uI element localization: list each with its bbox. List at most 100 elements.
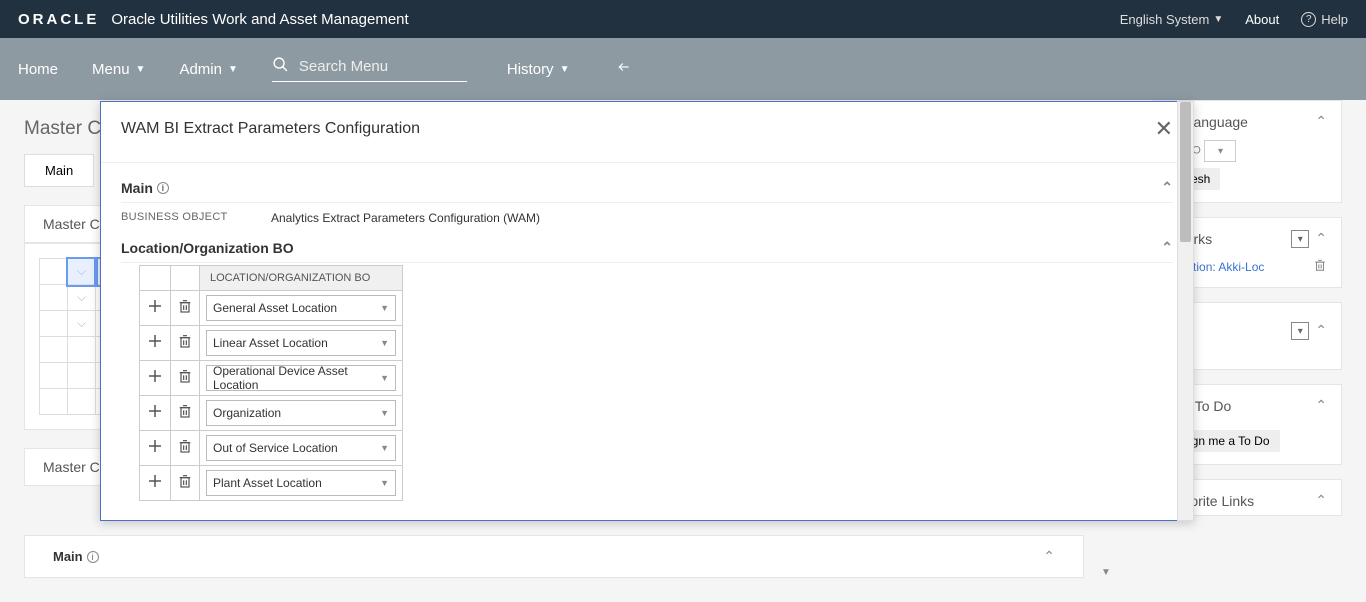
modal-title: WAM BI Extract Parameters Configuration [121,120,420,138]
scroll-thumb[interactable] [1180,102,1191,242]
modal-scrollbar[interactable] [1177,101,1194,521]
nav-admin-label: Admin [179,61,222,78]
nav-home[interactable]: Home [18,61,58,78]
chevron-up-icon[interactable]: ⌃ [1043,548,1055,565]
location-org-cell: Out of Service Location▼ [200,431,403,466]
location-org-select[interactable]: General Asset Location▼ [206,295,396,321]
table-row: Plant Asset Location▼ [140,466,403,501]
language-select[interactable]: ▾ [1204,140,1236,162]
chevron-down-icon: ▼ [1213,14,1223,25]
chevron-up-icon[interactable]: ⌃ [1315,492,1327,509]
delete-row-button[interactable] [171,396,200,431]
delete-row-button[interactable] [171,291,200,326]
delete-row-button[interactable] [171,431,200,466]
delete-row-button[interactable] [171,466,200,501]
dropdown-icon[interactable]: ▾ [1291,322,1309,340]
table-row: Linear Asset Location▼ [140,326,403,361]
add-row-button[interactable] [140,396,171,431]
chevron-down-icon: ▼ [380,338,389,348]
chevron-down-icon: ▼ [380,443,389,453]
nav-history[interactable]: History ▼ [507,61,570,78]
table-cell [40,259,68,285]
broadcast-icon: ⌵ [77,290,86,305]
table-cell[interactable]: ⌵ [68,311,96,337]
location-org-cell: Operational Device Asset Location▼ [200,361,403,396]
nav-menu[interactable]: Menu ▼ [92,61,145,78]
table-row: Operational Device Asset Location▼ [140,361,403,396]
section-main: Main i ⌃ [121,173,1173,203]
location-org-select[interactable]: Operational Device Asset Location▼ [206,365,396,391]
broadcast-icon: ⌵ [77,316,86,331]
search-icon [272,56,289,77]
business-object-row: BUSINESS OBJECT Analytics Extract Parame… [121,203,1173,233]
location-org-cell: Plant Asset Location▼ [200,466,403,501]
lower-main-section: Main i ⌃ [24,535,1084,578]
chevron-down-icon: ▼ [380,478,389,488]
chevron-up-icon[interactable]: ⌃ [1315,397,1327,414]
nav-history-label: History [507,61,554,78]
chevron-up-icon[interactable]: ⌃ [1315,113,1327,130]
language-label: English System [1120,12,1210,27]
location-org-cell: Linear Asset Location▼ [200,326,403,361]
location-org-select[interactable]: Plant Asset Location▼ [206,470,396,496]
trash-icon[interactable] [1313,258,1327,275]
bo-value: Analytics Extract Parameters Configurati… [271,211,540,225]
oracle-logo: ORACLE [18,11,99,28]
chevron-up-icon[interactable]: ⌃ [1315,322,1327,340]
nav-menu-label: Menu [92,61,130,78]
back-arrow-icon[interactable] [615,60,633,78]
broadcast-icon: ⌵ [77,264,86,279]
modal-body: Main i ⌃ BUSINESS OBJECT Analytics Extra… [101,163,1193,520]
location-org-select[interactable]: Out of Service Location▼ [206,435,396,461]
bo-label: BUSINESS OBJECT [121,211,271,225]
language-switcher[interactable]: English System ▼ [1120,12,1224,27]
table-cell[interactable]: ⌵ [68,259,96,285]
chevron-down-icon: ▼ [380,303,389,313]
add-row-button[interactable] [140,466,171,501]
location-org-cell: Organization▼ [200,396,403,431]
chevron-up-icon[interactable]: ⌃ [1161,239,1173,256]
dropdown-icon[interactable]: ▾ [1291,230,1309,248]
nav-admin[interactable]: Admin ▼ [179,61,237,78]
add-row-button[interactable] [140,326,171,361]
modal-dialog: WAM BI Extract Parameters Configuration … [100,101,1194,521]
section-label: Location/Organization BO [121,240,294,256]
chevron-down-icon: ▼ [380,408,389,418]
chevron-down-icon: ▼ [136,64,146,75]
modal-header: WAM BI Extract Parameters Configuration … [101,102,1193,163]
location-org-select[interactable]: Linear Asset Location▼ [206,330,396,356]
search-input[interactable] [299,58,467,75]
location-org-cell: General Asset Location▼ [200,291,403,326]
add-row-button[interactable] [140,431,171,466]
chevron-down-icon: ▼ [560,64,570,75]
info-icon[interactable]: i [157,182,169,194]
help-label: Help [1321,12,1348,27]
chevron-down-icon: ▼ [228,64,238,75]
app-header: ORACLE Oracle Utilities Work and Asset M… [0,0,1366,38]
tab-main[interactable]: Main [24,154,94,187]
about-link[interactable]: About [1245,12,1279,27]
column-header: LOCATION/ORGANIZATION BO [200,266,403,291]
location-org-select[interactable]: Organization▼ [206,400,396,426]
help-link[interactable]: ? Help [1301,12,1348,27]
delete-row-button[interactable] [171,326,200,361]
chevron-up-icon[interactable]: ⌃ [1161,179,1173,196]
table-row: Out of Service Location▼ [140,431,403,466]
chevron-down-icon: ▼ [380,373,389,383]
table-row: General Asset Location▼ [140,291,403,326]
table-cell[interactable]: ⌵ [68,285,96,311]
nav-bar: Home Menu ▼ Admin ▼ History ▼ [0,38,1366,100]
section-location-org: Location/Organization BO ⌃ [121,233,1173,263]
close-icon[interactable]: ✕ [1155,116,1173,142]
search-menu[interactable] [272,56,467,82]
info-icon[interactable]: i [87,551,99,563]
add-row-button[interactable] [140,361,171,396]
scroll-down-icon[interactable]: ▼ [1101,567,1111,578]
app-title: Oracle Utilities Work and Asset Manageme… [111,11,408,28]
location-org-table: LOCATION/ORGANIZATION BO General Asset L… [139,265,403,501]
section-label: Main [53,549,83,564]
help-icon: ? [1301,12,1316,27]
chevron-up-icon[interactable]: ⌃ [1315,230,1327,248]
add-row-button[interactable] [140,291,171,326]
delete-row-button[interactable] [171,361,200,396]
